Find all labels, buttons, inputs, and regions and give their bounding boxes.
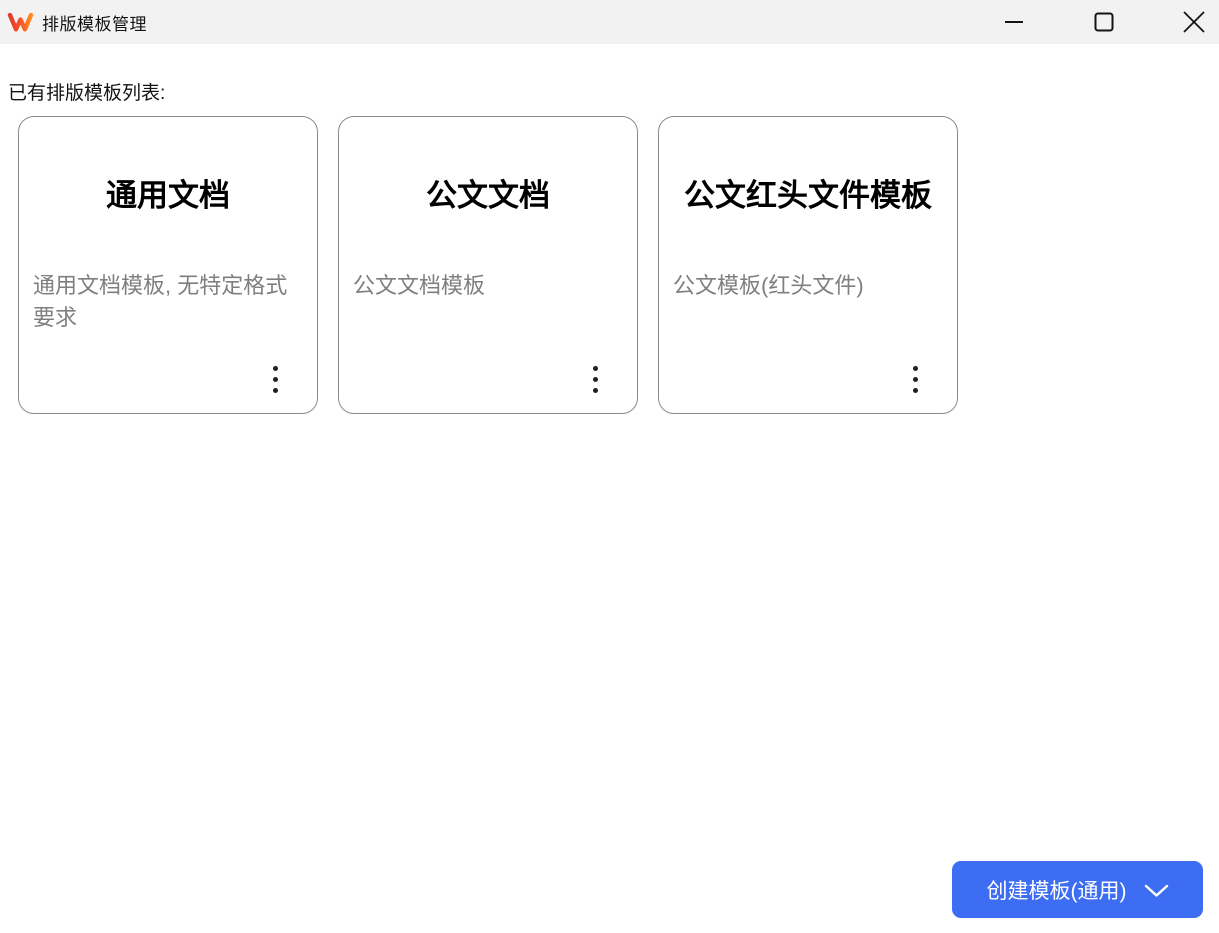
maximize-button[interactable] bbox=[1081, 0, 1127, 44]
template-title: 通用文档 bbox=[19, 180, 317, 213]
template-card-general[interactable]: 通用文档 通用文档模板, 无特定格式要求 bbox=[18, 116, 318, 414]
template-description: 通用文档模板, 无特定格式要求 bbox=[33, 270, 303, 334]
template-description: 公文文档模板 bbox=[353, 270, 623, 302]
create-template-button[interactable]: 创建模板(通用) bbox=[952, 861, 1203, 918]
titlebar: 排版模板管理 bbox=[0, 0, 1219, 44]
window-title: 排版模板管理 bbox=[42, 10, 147, 35]
create-template-label: 创建模板(通用) bbox=[987, 875, 1127, 905]
kebab-menu-icon bbox=[273, 366, 278, 393]
kebab-menu-icon bbox=[913, 366, 918, 393]
kebab-menu-icon bbox=[593, 366, 598, 393]
template-menu-button[interactable] bbox=[257, 357, 293, 401]
minimize-icon bbox=[1004, 12, 1024, 32]
maximize-icon bbox=[1094, 12, 1114, 32]
template-menu-button[interactable] bbox=[577, 357, 613, 401]
chevron-down-icon bbox=[1144, 882, 1169, 898]
close-button[interactable] bbox=[1171, 0, 1217, 44]
template-card-redheader[interactable]: 公文红头文件模板 公文模板(红头文件) bbox=[658, 116, 958, 414]
window-controls bbox=[991, 0, 1217, 44]
titlebar-left: 排版模板管理 bbox=[7, 10, 147, 35]
template-title: 公文文档 bbox=[339, 180, 637, 213]
template-title: 公文红头文件模板 bbox=[659, 180, 957, 213]
template-description: 公文模板(红头文件) bbox=[673, 270, 943, 302]
template-menu-button[interactable] bbox=[897, 357, 933, 401]
template-card-official[interactable]: 公文文档 公文文档模板 bbox=[338, 116, 638, 414]
template-list-label: 已有排版模板列表: bbox=[8, 78, 1219, 105]
main-content: 已有排版模板列表: 通用文档 通用文档模板, 无特定格式要求 公文文档 公文文档… bbox=[0, 78, 1219, 414]
minimize-button[interactable] bbox=[991, 0, 1037, 44]
close-icon bbox=[1183, 11, 1205, 33]
wps-logo-icon bbox=[7, 11, 34, 33]
template-list: 通用文档 通用文档模板, 无特定格式要求 公文文档 公文文档模板 公文红头文件模… bbox=[18, 116, 1219, 414]
